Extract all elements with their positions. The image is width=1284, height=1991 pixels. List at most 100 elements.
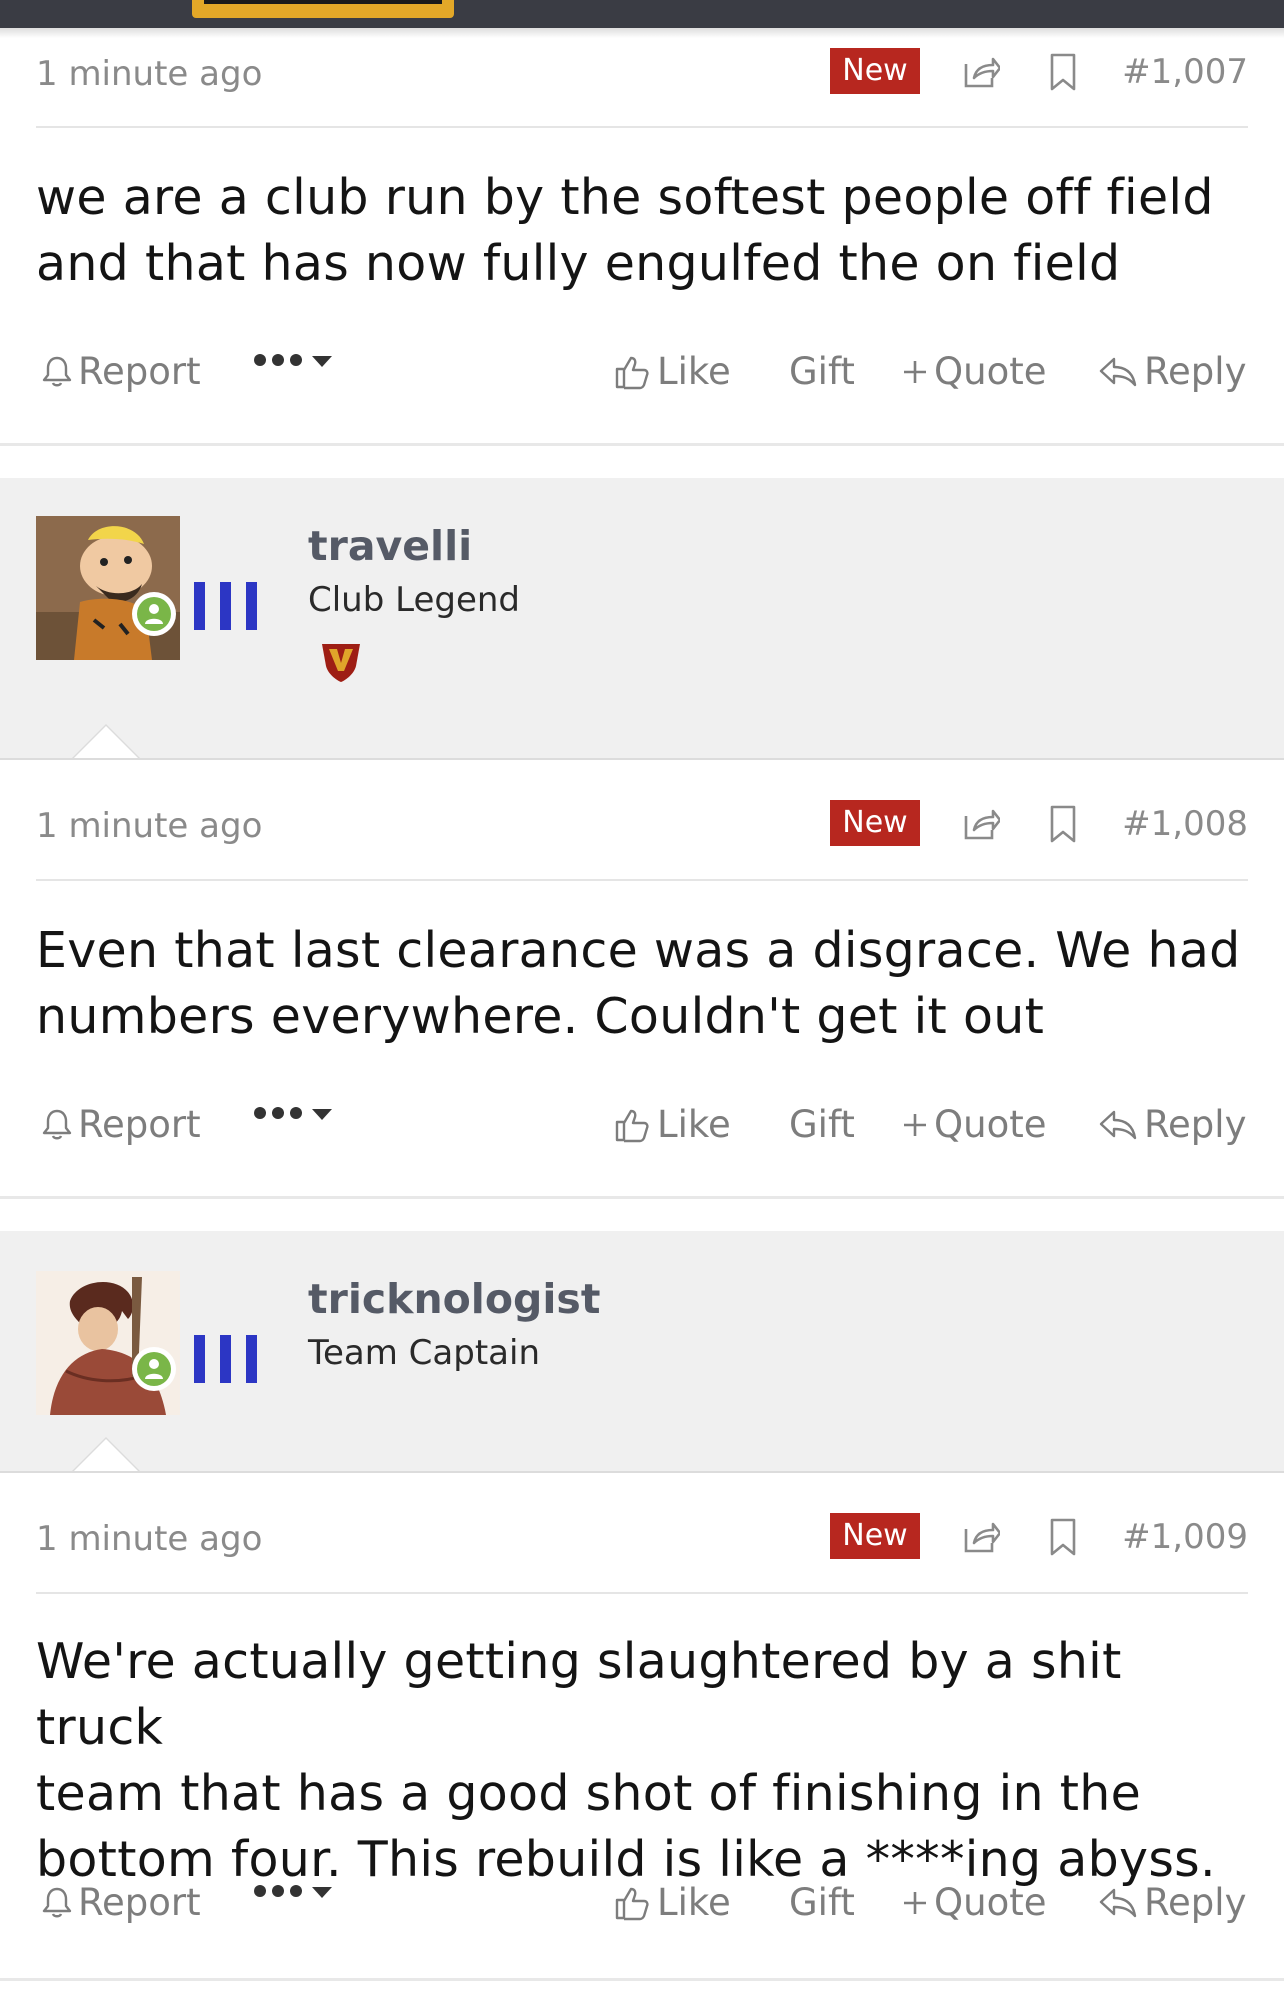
reply-label: Reply	[1144, 1881, 1247, 1924]
post-1008: 1 minute ago New #1,008 Even that last c…	[0, 760, 1284, 1200]
thumbs-up-icon	[615, 1109, 649, 1142]
new-badge: New	[830, 48, 920, 94]
bookmark-icon[interactable]	[1048, 804, 1078, 844]
share-icon[interactable]	[960, 804, 1000, 844]
bell-icon	[42, 356, 72, 386]
avatar[interactable]	[36, 516, 180, 660]
gift-label: Gift	[789, 1103, 855, 1146]
report-button[interactable]: Report	[42, 1103, 201, 1146]
user-title: Team Captain	[308, 1333, 540, 1373]
user-block-tricknologist: tricknologist Team Captain	[0, 1231, 1284, 1473]
reply-button[interactable]: Reply	[1098, 350, 1246, 393]
more-icon	[254, 1107, 332, 1120]
more-menu-button[interactable]	[252, 1881, 342, 1901]
report-label: Report	[78, 350, 201, 393]
post-separator	[0, 1978, 1284, 1981]
bell-icon	[42, 1887, 72, 1917]
username[interactable]: travelli	[308, 522, 472, 570]
post-actions: Report Like Gift Quote Reply	[36, 1875, 1248, 1931]
like-button[interactable]: Like	[613, 1881, 731, 1924]
post-actions: Report Like Gift Quote Reply	[36, 1097, 1248, 1153]
new-badge: New	[830, 800, 920, 846]
bookmark-icon[interactable]	[1048, 1517, 1078, 1557]
avatar[interactable]	[36, 1271, 180, 1415]
username[interactable]: tricknologist	[308, 1275, 600, 1323]
post-timestamp[interactable]: 1 minute ago	[36, 806, 262, 846]
like-button[interactable]: Like	[613, 1103, 731, 1146]
club-colors-stripes	[194, 1335, 260, 1383]
more-menu-button[interactable]	[252, 1103, 342, 1123]
share-icon[interactable]	[960, 52, 1000, 92]
post-meta: 1 minute ago New #1,007	[36, 42, 1248, 102]
report-label: Report	[78, 1881, 201, 1924]
post-separator	[0, 1196, 1284, 1199]
meta-divider	[36, 126, 1248, 128]
like-label: Like	[657, 1103, 731, 1146]
reply-button[interactable]: Reply	[1098, 1881, 1246, 1924]
user-block-travelli: travelli Club Legend	[0, 478, 1284, 760]
like-button[interactable]: Like	[613, 350, 731, 393]
more-icon	[254, 1885, 332, 1898]
more-icon	[254, 354, 332, 367]
post-actions: Report Like Gift Quote Reply	[36, 344, 1248, 400]
user-icon	[145, 1359, 163, 1379]
post-timestamp[interactable]: 1 minute ago	[36, 1519, 262, 1559]
club-colors-stripes	[194, 582, 260, 630]
v-badge-icon[interactable]	[318, 638, 364, 684]
post-meta: 1 minute ago New #1,009	[36, 1507, 1248, 1567]
user-icon	[145, 604, 163, 624]
quote-button[interactable]: Quote	[902, 350, 1046, 393]
online-indicator	[132, 1347, 176, 1391]
quote-label: Quote	[934, 1881, 1047, 1924]
reply-icon	[1099, 1110, 1137, 1139]
post-body: we are a club run by the softest people …	[36, 165, 1248, 297]
post-line: and that has now fully engulfed the on f…	[36, 235, 1121, 292]
reply-label: Reply	[1144, 350, 1247, 393]
reply-label: Reply	[1144, 1103, 1247, 1146]
like-label: Like	[657, 350, 731, 393]
user-title: Club Legend	[308, 580, 521, 620]
quote-button[interactable]: Quote	[902, 1881, 1046, 1924]
post-number[interactable]: #1,007	[1122, 52, 1248, 92]
post-number[interactable]: #1,009	[1122, 1517, 1248, 1557]
gift-button[interactable]: Gift	[789, 1881, 855, 1924]
quote-button[interactable]: Quote	[902, 1103, 1046, 1146]
bookmark-icon[interactable]	[1048, 52, 1078, 92]
plus-icon	[904, 1113, 926, 1136]
post-1009: 1 minute ago New #1,009 We're actually g…	[0, 1473, 1284, 1991]
post-number[interactable]: #1,008	[1122, 804, 1248, 844]
gift-button[interactable]: Gift	[789, 1103, 855, 1146]
gift-label: Gift	[789, 350, 855, 393]
gift-label: Gift	[789, 1881, 855, 1924]
post-body: We're actually getting slaughtered by a …	[36, 1629, 1248, 1893]
post-line: Even that last clearance was a disgrace.…	[36, 922, 1241, 979]
share-icon[interactable]	[960, 1517, 1000, 1557]
reply-icon	[1099, 1888, 1137, 1917]
post-line: we are a club run by the softest people …	[36, 169, 1214, 226]
post-line: numbers everywhere. Couldn't get it out	[36, 988, 1045, 1045]
meta-divider	[36, 879, 1248, 881]
plus-icon	[904, 1891, 926, 1914]
post-1007: 1 minute ago New #1,007 we are a club ru…	[0, 0, 1284, 450]
avatar-image	[36, 516, 180, 660]
thumbs-up-icon	[615, 1887, 649, 1920]
online-indicator	[132, 592, 176, 636]
post-meta: 1 minute ago New #1,008	[36, 794, 1248, 854]
reply-button[interactable]: Reply	[1098, 1103, 1246, 1146]
plus-icon	[904, 360, 926, 383]
bell-icon	[42, 1109, 72, 1139]
post-pointer	[72, 726, 140, 760]
report-button[interactable]: Report	[42, 1881, 201, 1924]
more-menu-button[interactable]	[252, 350, 342, 370]
post-line: team that has a good shot of finishing i…	[36, 1765, 1142, 1822]
thumbs-up-icon	[615, 356, 649, 389]
gift-button[interactable]: Gift	[789, 350, 855, 393]
quote-label: Quote	[934, 350, 1047, 393]
quote-label: Quote	[934, 1103, 1047, 1146]
reply-icon	[1099, 357, 1137, 386]
report-label: Report	[78, 1103, 201, 1146]
meta-divider	[36, 1592, 1248, 1594]
post-line: We're actually getting slaughtered by a …	[36, 1633, 1122, 1756]
report-button[interactable]: Report	[42, 350, 201, 393]
post-timestamp[interactable]: 1 minute ago	[36, 54, 262, 94]
